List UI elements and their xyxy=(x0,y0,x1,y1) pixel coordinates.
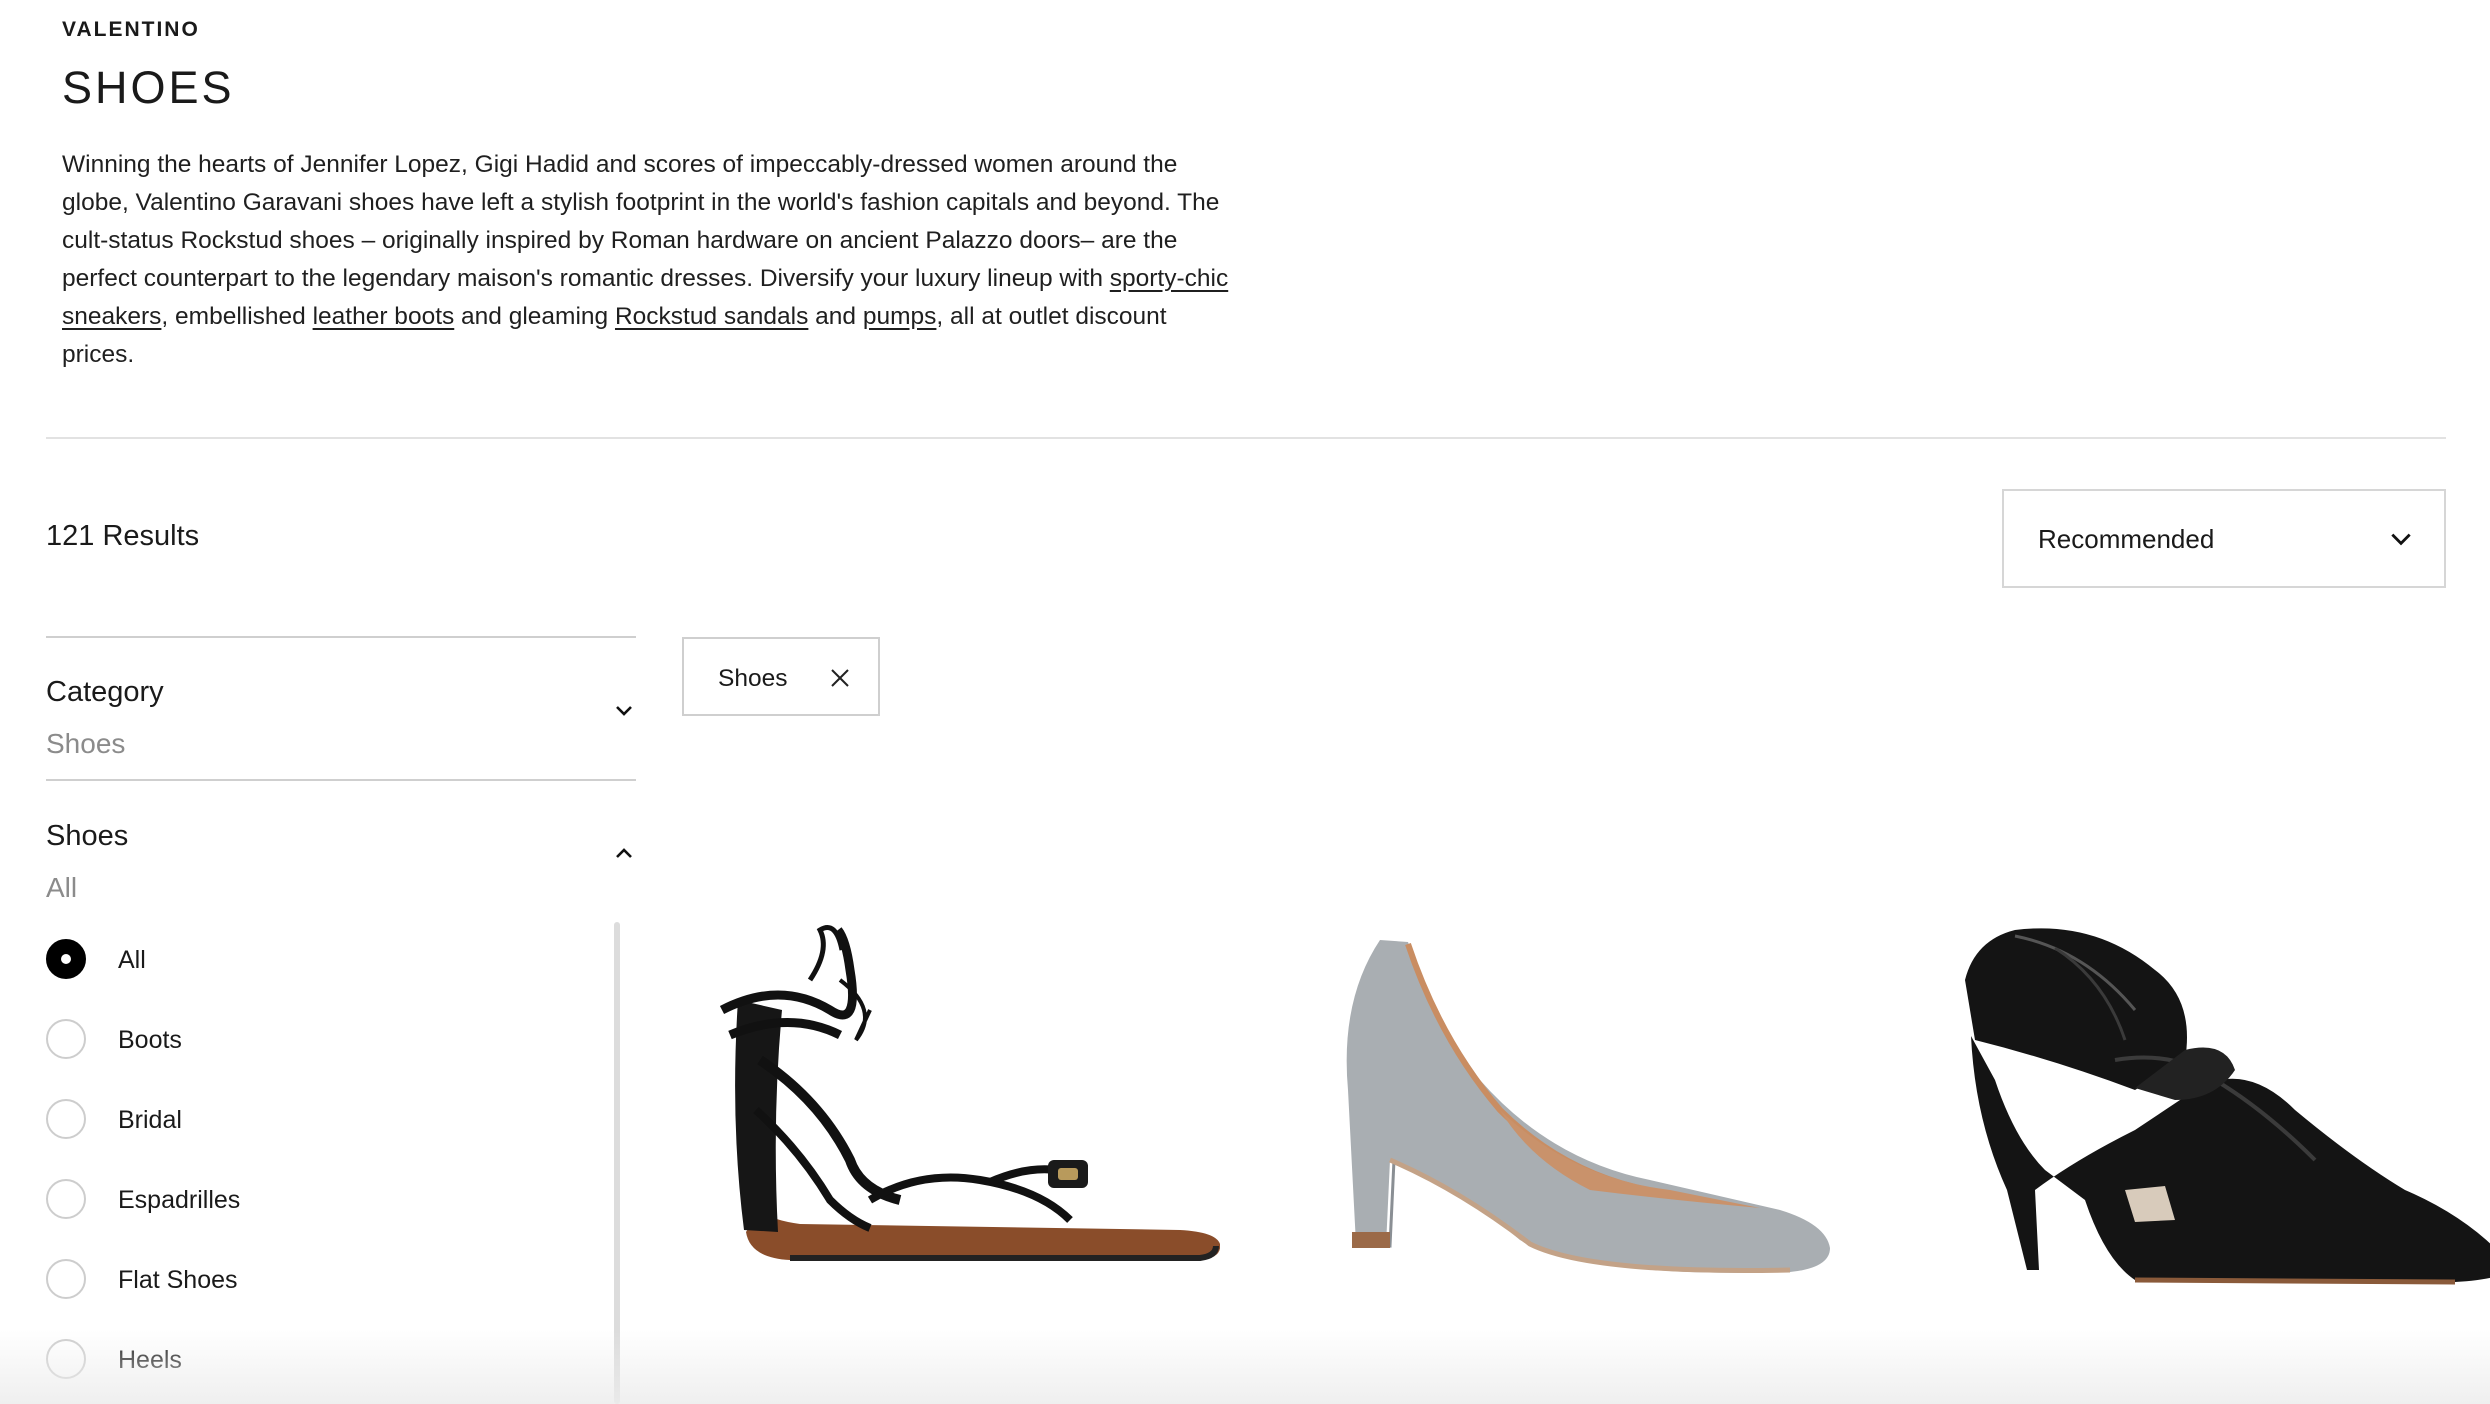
filter-option-heels[interactable]: Heels xyxy=(46,1339,606,1383)
brand-name: VALENTINO xyxy=(62,18,200,41)
chevron-down-icon[interactable] xyxy=(612,698,636,722)
page-title: SHOES xyxy=(62,62,235,113)
filter-option-espadrilles[interactable]: Espadrilles xyxy=(46,1179,606,1223)
filter-category-value: Shoes xyxy=(46,728,126,759)
close-icon[interactable] xyxy=(828,666,852,690)
link-rockstud-sandals[interactable]: Rockstud sandals xyxy=(615,303,808,330)
radio-button[interactable] xyxy=(46,1179,86,1219)
radio-button[interactable] xyxy=(46,939,86,979)
filter-option-flat-shoes[interactable]: Flat Shoes xyxy=(46,1259,606,1303)
radio-button[interactable] xyxy=(46,1339,86,1379)
filter-category-title: Category xyxy=(46,676,164,708)
radio-button[interactable] xyxy=(46,1019,86,1059)
filter-option-label: Boots xyxy=(118,1026,182,1054)
filter-option-boots[interactable]: Boots xyxy=(46,1019,606,1063)
description-text: and xyxy=(808,303,863,330)
description-text: , embellished xyxy=(161,303,313,330)
radio-button[interactable] xyxy=(46,1099,86,1139)
description-text: and gleaming xyxy=(454,303,615,330)
filter-option-label: Flat Shoes xyxy=(118,1266,238,1294)
radio-button[interactable] xyxy=(46,1259,86,1299)
filter-option-all[interactable]: All xyxy=(46,939,606,983)
link-pumps[interactable]: pumps xyxy=(863,303,937,330)
filter-shoes-value: All xyxy=(46,872,78,903)
sort-dropdown[interactable]: Recommended xyxy=(2002,489,2446,588)
filter-divider xyxy=(46,779,636,781)
active-filter-chip[interactable]: Shoes xyxy=(682,637,880,716)
filter-shoes-title: Shoes xyxy=(46,820,129,852)
chevron-up-icon[interactable] xyxy=(612,842,636,866)
product-card-ruffle-pump[interactable] xyxy=(1935,860,2490,1340)
sort-selected-value: Recommended xyxy=(2038,524,2215,554)
filter-option-bridal[interactable]: Bridal xyxy=(46,1099,606,1143)
chevron-down-icon xyxy=(2388,526,2414,552)
product-card-pump[interactable] xyxy=(1290,860,1850,1340)
product-card-sandal[interactable] xyxy=(660,860,1221,1340)
filter-divider xyxy=(46,636,636,638)
results-count: 121 Results xyxy=(46,520,200,552)
section-divider xyxy=(46,437,2446,439)
link-leather-boots[interactable]: leather boots xyxy=(313,303,455,330)
category-description: Winning the hearts of Jennifer Lopez, Gi… xyxy=(62,146,1237,374)
filter-scrollbar[interactable] xyxy=(614,922,620,1404)
product-image-ruffle-pump xyxy=(1965,928,2490,1285)
product-image-sandal xyxy=(719,925,1221,1261)
filter-option-label: All xyxy=(118,946,146,974)
description-text: Winning the hearts of Jennifer Lopez, Gi… xyxy=(62,151,1220,292)
filter-option-label: Bridal xyxy=(118,1106,182,1134)
filter-option-label: Espadrilles xyxy=(118,1186,241,1214)
filter-option-label: Heels xyxy=(118,1346,182,1374)
product-image-pump xyxy=(1346,940,1830,1273)
active-filter-label: Shoes xyxy=(718,665,788,692)
